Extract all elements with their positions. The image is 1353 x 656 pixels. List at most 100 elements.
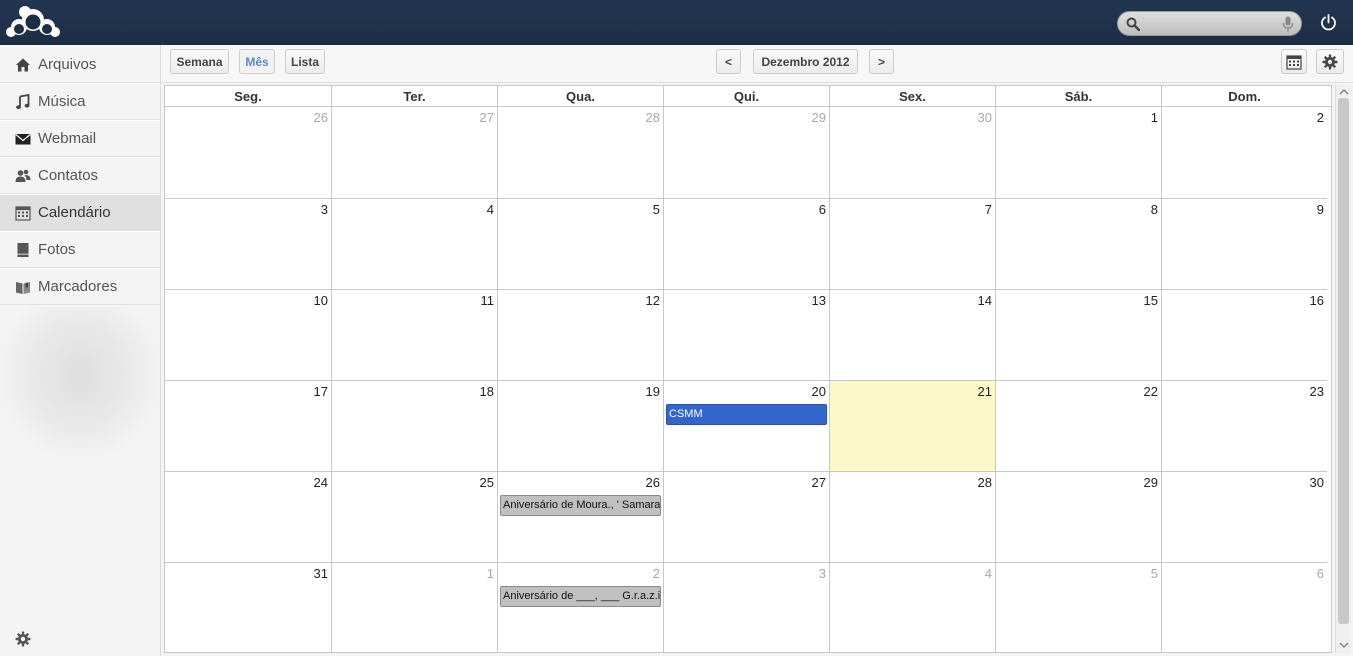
day-cell[interactable]: 14 xyxy=(829,289,995,380)
day-number: 26 xyxy=(313,110,328,125)
day-cell[interactable]: 10 xyxy=(165,289,331,380)
day-cell[interactable]: 2 xyxy=(1161,107,1327,198)
day-number: 17 xyxy=(313,384,328,399)
day-cell[interactable]: 30 xyxy=(1161,471,1327,562)
day-cell[interactable]: 27 xyxy=(331,107,497,198)
calendar-event[interactable]: Aniversário de ___, ___ G.r.a.z.i xyxy=(500,586,661,607)
microphone-icon[interactable] xyxy=(1282,16,1294,32)
day-cell[interactable]: 29 xyxy=(663,107,829,198)
calendar-settings-button[interactable] xyxy=(1316,49,1344,74)
day-cell[interactable]: 1 xyxy=(331,562,497,653)
day-number: 12 xyxy=(645,293,660,308)
go-to-date-button[interactable] xyxy=(1281,49,1307,74)
current-period-button[interactable]: Dezembro 2012 xyxy=(753,49,858,74)
day-cell[interactable]: 23 xyxy=(1161,380,1327,471)
day-number: 2 xyxy=(1316,110,1324,125)
day-cell[interactable]: 17 xyxy=(165,380,331,471)
day-cell-today[interactable]: 21 xyxy=(829,380,995,471)
day-number: 28 xyxy=(645,110,660,125)
calendar-event[interactable]: CSMM xyxy=(666,404,827,425)
sidebar-item-contatos[interactable]: Contatos xyxy=(0,157,160,194)
sidebar-item-label: Fotos xyxy=(38,241,76,258)
day-cell[interactable]: 25 xyxy=(331,471,497,562)
logout-power-icon[interactable] xyxy=(1320,14,1337,31)
day-cell[interactable]: 18 xyxy=(331,380,497,471)
mail-icon xyxy=(15,133,31,144)
day-cell[interactable]: 3 xyxy=(165,198,331,289)
sidebar-item-fotos[interactable]: Fotos xyxy=(0,231,160,268)
day-cell[interactable]: 13 xyxy=(663,289,829,380)
day-cell[interactable]: 28 xyxy=(497,107,663,198)
weekday-header: Sáb. xyxy=(995,86,1161,107)
day-number: 8 xyxy=(1150,202,1158,217)
day-number: 3 xyxy=(818,566,826,581)
day-cell[interactable]: 5 xyxy=(497,198,663,289)
sidebar-item-marcadores[interactable]: Marcadores xyxy=(0,268,160,305)
owncloud-logo[interactable] xyxy=(5,4,61,40)
search-box[interactable] xyxy=(1117,11,1302,36)
sidebar-item-arquivos[interactable]: Arquivos xyxy=(0,46,160,83)
day-cell[interactable]: 22 xyxy=(995,380,1161,471)
day-cell[interactable]: 3 xyxy=(663,562,829,653)
search-input[interactable] xyxy=(1142,15,1272,32)
sidebar-item-webmail[interactable]: Webmail xyxy=(0,120,160,157)
day-cell[interactable]: 27 xyxy=(663,471,829,562)
previous-month-button[interactable]: < xyxy=(716,49,741,74)
weekday-header: Qui. xyxy=(663,86,829,107)
blurred-placeholder xyxy=(0,307,160,457)
day-cell[interactable]: 12 xyxy=(497,289,663,380)
day-number: 28 xyxy=(977,475,992,490)
day-number: 16 xyxy=(1309,293,1324,308)
scrollbar-thumb[interactable] xyxy=(1338,98,1349,624)
day-cell[interactable]: 28 xyxy=(829,471,995,562)
day-cell[interactable]: 4 xyxy=(829,562,995,653)
scroll-down-arrow-icon[interactable] xyxy=(1339,640,1349,650)
sidebar-item-musica[interactable]: Música xyxy=(0,83,160,120)
sidebar-item-calendario[interactable]: Calendário xyxy=(0,194,160,231)
day-number: 11 xyxy=(480,293,495,308)
day-cell[interactable]: 19 xyxy=(497,380,663,471)
day-number: 27 xyxy=(479,110,494,125)
day-cell[interactable]: 8 xyxy=(995,198,1161,289)
weekday-header: Qua. xyxy=(497,86,663,107)
day-cell[interactable]: 31 xyxy=(165,562,331,653)
day-cell[interactable]: 26 xyxy=(497,471,663,562)
day-number: 4 xyxy=(486,202,494,217)
day-cell[interactable]: 9 xyxy=(1161,198,1327,289)
day-number: 18 xyxy=(479,384,494,399)
day-cell[interactable]: 4 xyxy=(331,198,497,289)
day-cell[interactable]: 24 xyxy=(165,471,331,562)
day-cell[interactable]: 15 xyxy=(995,289,1161,380)
day-number: 30 xyxy=(1309,475,1324,490)
day-cell[interactable]: 29 xyxy=(995,471,1161,562)
sidebar-item-label: Contatos xyxy=(38,167,99,184)
scroll-up-arrow-icon[interactable] xyxy=(1339,87,1349,97)
day-cell[interactable]: 11 xyxy=(331,289,497,380)
day-cell[interactable]: 16 xyxy=(1161,289,1327,380)
calendar-icon xyxy=(15,205,31,221)
day-cell[interactable]: 20 xyxy=(663,380,829,471)
view-list-button[interactable]: Lista xyxy=(285,49,325,74)
calendar-event[interactable]: Aniversário de Moura., ' Samara xyxy=(500,495,661,516)
bookmarks-icon xyxy=(16,281,30,294)
day-cell[interactable]: 6 xyxy=(1161,562,1327,653)
day-cell[interactable]: 1 xyxy=(995,107,1161,198)
settings-gear-icon[interactable] xyxy=(15,631,31,647)
day-cell[interactable]: 30 xyxy=(829,107,995,198)
day-cell[interactable]: 2 xyxy=(497,562,663,653)
day-cell[interactable]: 7 xyxy=(829,198,995,289)
day-number: 26 xyxy=(645,475,660,490)
next-month-button[interactable]: > xyxy=(869,49,894,74)
top-header xyxy=(0,0,1353,45)
day-cell[interactable]: 6 xyxy=(663,198,829,289)
calendar-icon xyxy=(1286,54,1302,70)
weekday-header: Seg. xyxy=(234,89,262,104)
day-number: 31 xyxy=(313,566,328,581)
contacts-icon xyxy=(15,169,31,182)
vertical-scrollbar[interactable] xyxy=(1335,85,1351,653)
day-cell[interactable]: 26 xyxy=(165,107,331,198)
view-month-button[interactable]: Mês xyxy=(239,49,275,74)
day-cell[interactable]: 5 xyxy=(995,562,1161,653)
app-navigation-sidebar: Arquivos Música Webmail Contatos Calendá… xyxy=(0,45,161,656)
view-week-button[interactable]: Semana xyxy=(170,49,229,74)
